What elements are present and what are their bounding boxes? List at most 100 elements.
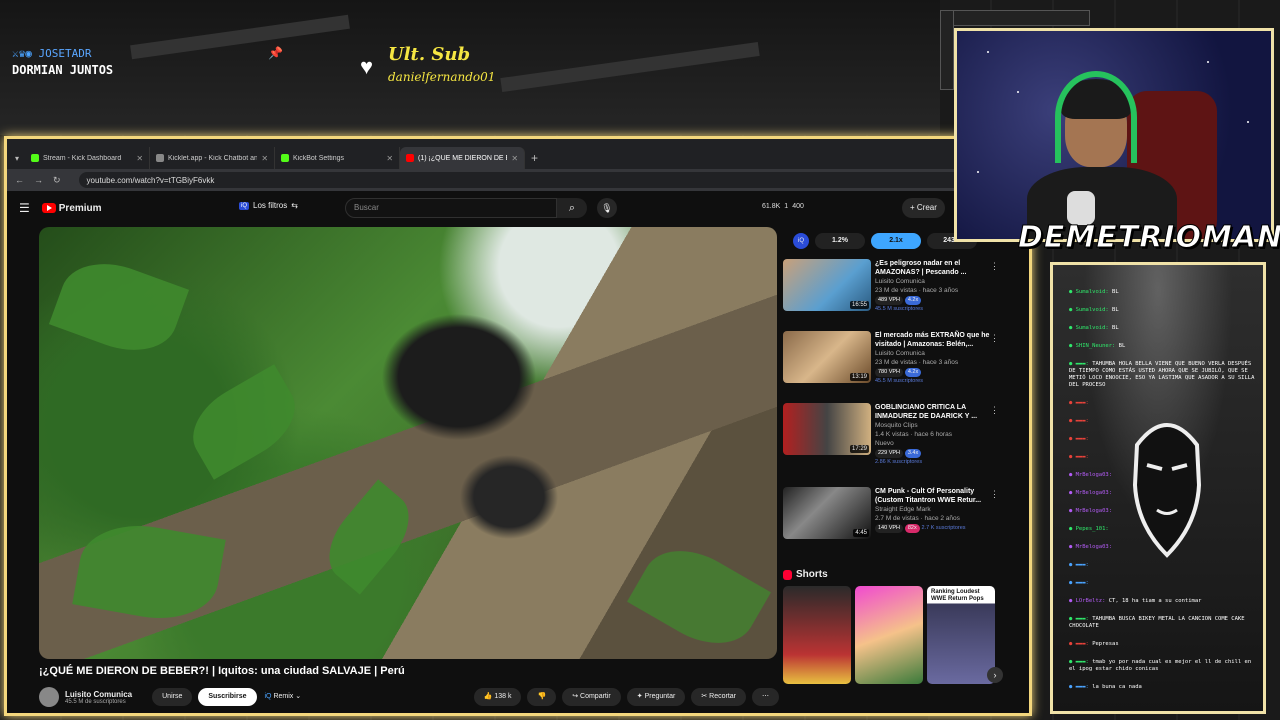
subscribe-button[interactable]: Suscribirse [198,688,257,706]
video-player[interactable] [39,227,777,659]
chat-username[interactable]: ● ▬▬▬: [1069,418,1089,424]
close-tab-icon[interactable]: ✕ [511,154,518,163]
chat-message: ● ▬▬▬: [1069,580,1259,587]
chat-username[interactable]: ● ▬▬▬: [1069,436,1089,442]
recommendation-title[interactable]: ¿Es peligroso nadar en el AMAZONAS? | Pe… [875,259,993,277]
chat-username[interactable]: ● ▬▬▬: [1069,400,1089,406]
clip-button[interactable]: ✂ Recortar [691,688,746,706]
close-tab-icon[interactable]: ✕ [136,154,143,163]
chat-username[interactable]: ● ▬▬▬: [1069,454,1089,460]
ask-button[interactable]: ✦ Preguntar [626,688,686,706]
chat-username[interactable]: ● ▬▬▬: [1069,641,1092,647]
join-button[interactable]: Unirse [152,688,193,706]
recommendation-channel[interactable]: Luisito Comunica [875,349,993,358]
new-badge: Nuevo [875,440,894,447]
tab-kickbot[interactable]: KickBot Settings ✕ [275,147,401,169]
chat-username[interactable]: ● ▬▬▬: [1069,684,1092,690]
tab-search-icon[interactable]: ▾ [15,154,19,163]
recommendation-title[interactable]: CM Punk - Cult Of Personality (Custom Ti… [875,487,993,505]
chat-username[interactable]: ● ▬▬▬: [1069,562,1089,568]
recommendation-subs: 45.5 M suscriptores [875,378,923,384]
recommendation-item[interactable]: 16:55 ¿Es peligroso nadar en el AMAZONAS… [783,259,1013,331]
chat-message: ● ▬▬▬: tmab yo por nada cual es mejor el… [1069,659,1259,673]
speed-chip[interactable]: 1.2% [815,233,865,249]
new-tab-icon[interactable]: + [531,151,538,165]
share-button[interactable]: ↪ Compartir [562,688,621,706]
chat-username[interactable]: ● MrBeloga03: [1069,472,1112,478]
more-actions-icon[interactable]: ⋯ [752,688,779,706]
chat-username[interactable]: ● Pepes_101: [1069,526,1109,532]
microphone-icon[interactable]: 🎙 [597,198,617,218]
like-button[interactable]: 👍 138 k [473,688,522,706]
tab-kick-dashboard[interactable]: Stream - Kick Dashboard ✕ [25,147,151,169]
chat-username[interactable]: ● MrBeloga03: [1069,508,1112,514]
video-thumbnail[interactable]: 13:19 [783,331,871,383]
last-sub-title: Ult. Sub [388,44,471,65]
hamburger-menu-icon[interactable]: ☰ [19,201,30,215]
forward-icon[interactable]: → [34,175,43,185]
chat-username[interactable]: ● Sumalvoid: [1069,325,1112,331]
search-icon[interactable]: ⌕ [557,198,587,218]
recommendation-channel[interactable]: Mosquito Clips [875,421,993,430]
remix-button[interactable]: iQ Remix ⌄ [263,688,304,706]
reload-icon[interactable]: ↻ [53,175,61,186]
recommendation-title[interactable]: GOBLINCIANO CRITICA LA INMADUREZ DE DAAR… [875,403,993,421]
chat-username[interactable]: ● Sumalvoid: [1069,307,1112,313]
search-input[interactable]: Buscar [345,198,557,218]
close-tab-icon[interactable]: ✕ [386,154,393,163]
more-options-icon[interactable]: ⋮ [990,261,999,272]
chat-username[interactable]: ● ▬▬▬: [1069,580,1089,586]
recommendation-item[interactable]: 4:45 CM Punk - Cult Of Personality (Cust… [783,487,1013,563]
youtube-premium-logo[interactable]: Premium [41,203,102,214]
url-field[interactable]: youtube.com/watch?v=tTGBiyF6vkk [78,172,969,188]
tab-kicklet[interactable]: Kicklet.app - Kick Chatbot and ✕ [150,147,276,169]
more-options-icon[interactable]: ⋮ [990,405,999,416]
filters-button[interactable]: iQ Los filtros ⇆ [239,201,298,210]
chat-message: ● MrBeloga03: [1069,490,1259,497]
dislike-button[interactable]: 👎 [527,688,557,706]
recommendation-title[interactable]: El mercado más EXTRAÑO que he visitado |… [875,331,993,349]
more-options-icon[interactable]: ⋮ [990,333,999,344]
speed-chip-active[interactable]: 2.1x [871,233,921,249]
chat-username[interactable]: ● MrBeloga03: [1069,544,1112,550]
thumbs-down-icon: 👎 [537,693,547,700]
channel-subscribers: 45.5 M de suscriptores [65,698,126,705]
video-thumbnail[interactable]: 16:55 [783,259,871,311]
like-count: 138 k [494,693,512,700]
channel-name[interactable]: Luisito Comunica [65,690,132,699]
chat-username[interactable]: ● ▬▬▬: [1069,361,1092,367]
chat-text: Pepresas [1092,641,1119,647]
chat-message: ● Sumalvoid: BL [1069,307,1259,314]
address-bar: ← → ↻ youtube.com/watch?v=tTGBiyF6vkk ▭ … [7,169,1029,191]
chevron-right-icon[interactable]: › [987,667,1003,683]
chat-username[interactable]: ● MrBeloga03: [1069,490,1112,496]
recommendation-item[interactable]: 13:19 El mercado más EXTRAÑO que he visi… [783,331,1013,403]
chat-username[interactable]: ● ▬▬▬: [1069,616,1092,622]
video-thumbnail[interactable]: 4:45 [783,487,871,539]
duration-badge: 17:29 [849,445,869,453]
short-thumbnail[interactable] [855,586,923,684]
video-thumbnail[interactable]: 17:29 [783,403,871,455]
create-button[interactable]: + Crear [902,198,945,218]
short-thumbnail[interactable]: Ranking Loudest WWE Return Pops [927,586,995,684]
tab-youtube[interactable]: (1) ¡¿QUÉ ME DIERON DE BEBE ✕ [400,147,526,169]
vph-badge: 140 VPH [875,524,904,533]
recommendation-item[interactable]: 17:29 GOBLINCIANO CRITICA LA INMADUREZ D… [783,403,1013,487]
chat-username[interactable]: ● SHIN_Neuner: [1069,343,1119,349]
short-thumbnail[interactable] [783,586,851,684]
channel-avatar[interactable] [39,687,59,707]
more-options-icon[interactable]: ⋮ [990,489,999,500]
chat-username[interactable]: ● ▬▬▬: [1069,659,1092,665]
recommendation-info: El mercado más EXTRAÑO que he visitado |… [875,331,993,403]
recommendation-info: ¿Es peligroso nadar en el AMAZONAS? | Pe… [875,259,993,331]
thumbs-up-icon: 👍 [483,693,493,700]
back-icon[interactable]: ← [15,175,24,185]
recommendation-channel[interactable]: Luisito Comunica [875,277,993,286]
remix-label: Remix [273,693,294,700]
recommendation-channel[interactable]: Straight Edge Mark [875,505,993,514]
close-tab-icon[interactable]: ✕ [261,154,268,163]
tab-label: Stream - Kick Dashboard [43,154,122,162]
tab-bar: ▾ Stream - Kick Dashboard ✕ Kicklet.app … [7,139,1029,169]
chat-username[interactable]: ● LOrBeltz: [1069,598,1109,604]
chat-username[interactable]: ● Sumalvoid: [1069,289,1112,295]
